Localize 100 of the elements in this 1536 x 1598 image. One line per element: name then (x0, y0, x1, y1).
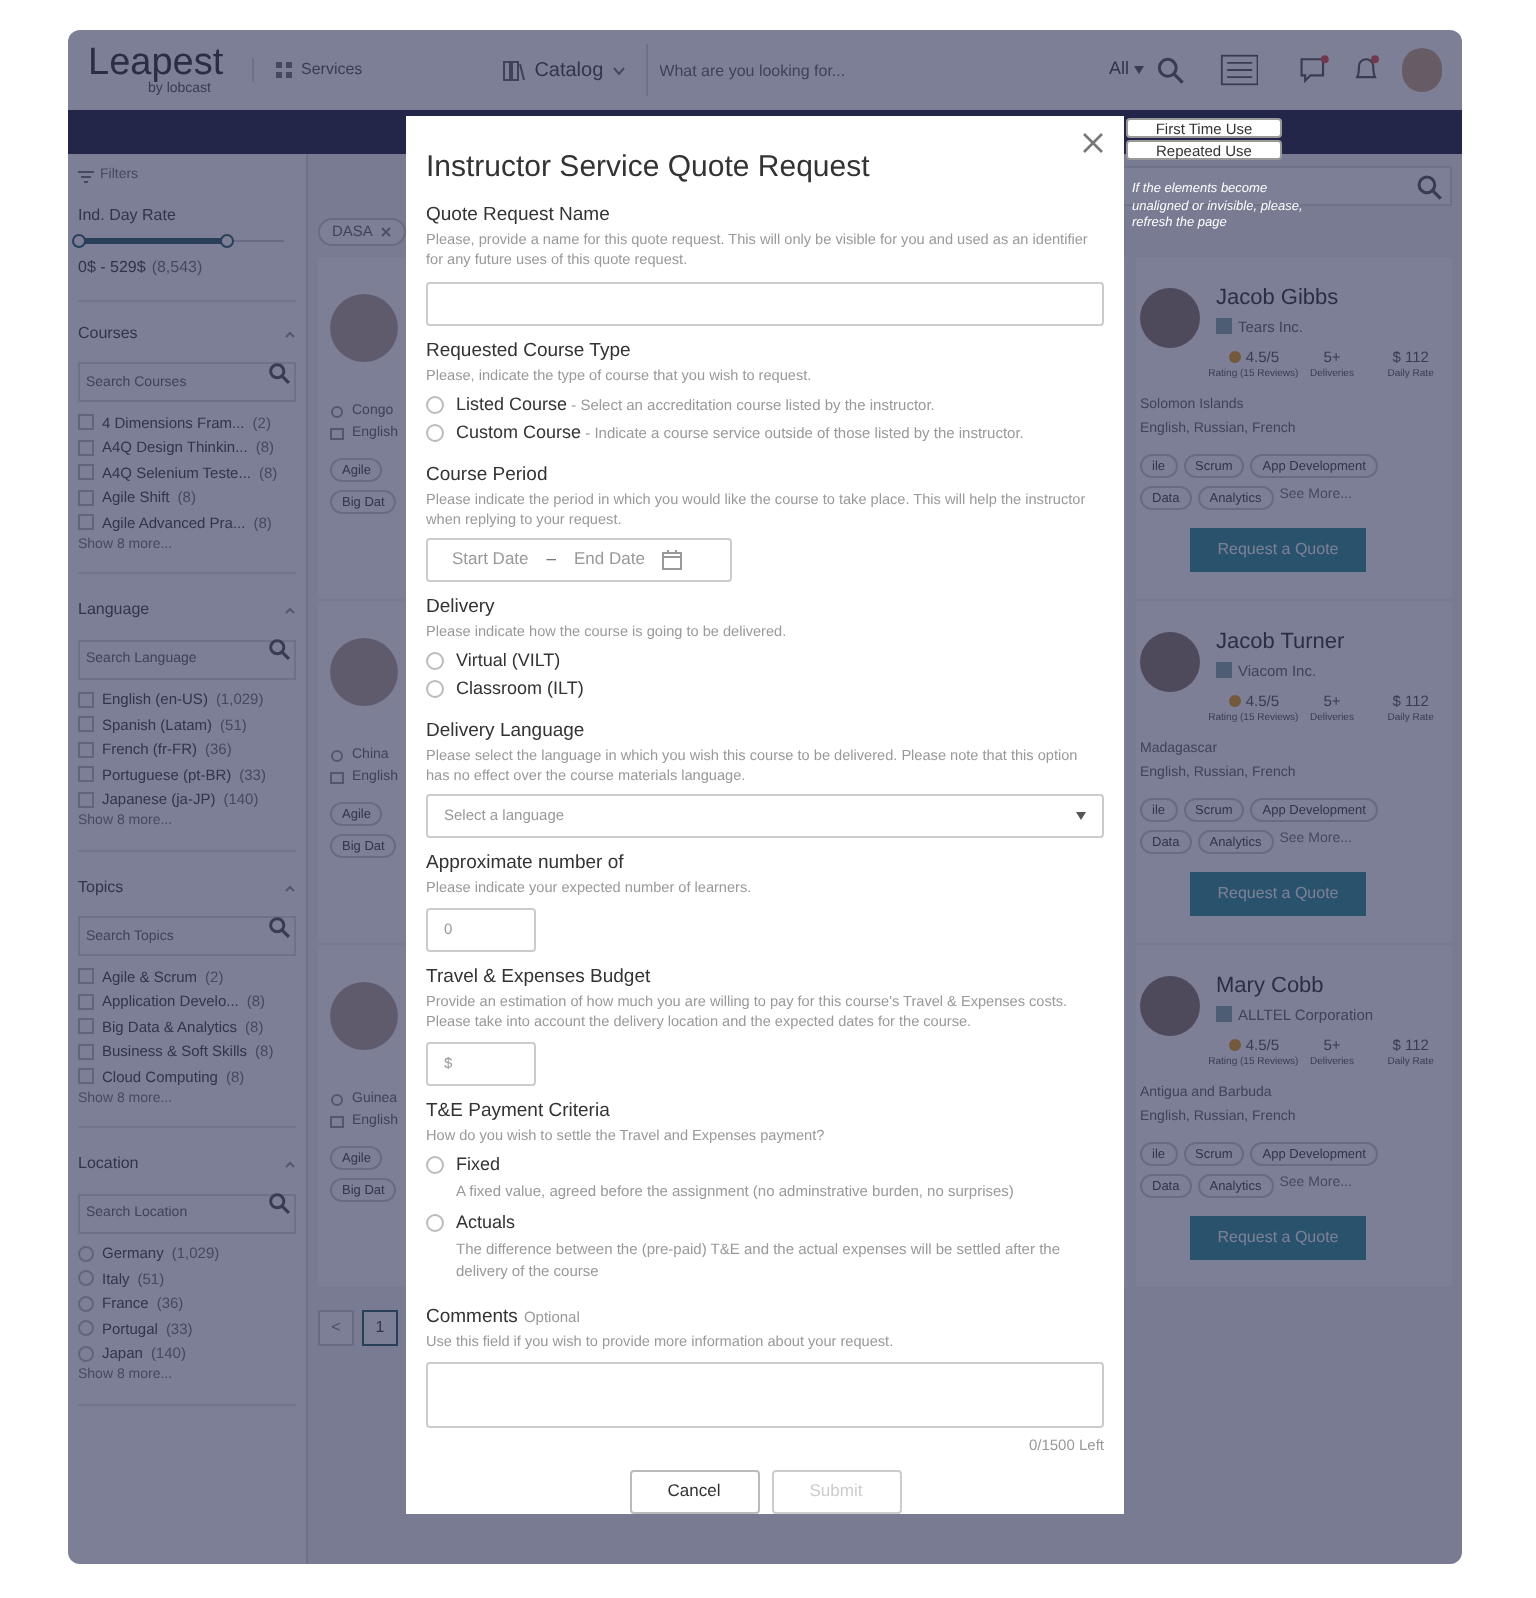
catalog-menu[interactable]: Catalog (502, 55, 626, 85)
checkbox[interactable] (78, 741, 94, 758)
checkbox[interactable] (78, 766, 94, 783)
search-icon (268, 638, 290, 660)
field-label: Delivery (426, 593, 495, 622)
scope-dropdown[interactable]: All (1109, 56, 1144, 84)
filter-icon (78, 169, 94, 184)
search-icon (268, 361, 290, 383)
location-pin-icon (330, 1094, 344, 1108)
textarea-field[interactable] (426, 1362, 1104, 1429)
calendar-icon (662, 549, 683, 570)
checkbox[interactable] (78, 716, 94, 733)
instructor-name: Jacob Turner (1216, 628, 1347, 658)
option-label: Classroom (ILT) (456, 677, 584, 699)
avatar (1140, 976, 1200, 1036)
checkbox[interactable] (78, 1018, 94, 1035)
filter-heading: Location (78, 1152, 139, 1176)
request-quote-button[interactable]: Request a Quote (1190, 871, 1366, 915)
start-date-placeholder: Start Date (452, 546, 529, 573)
collapse-icon (284, 606, 296, 614)
field-label: Requested Course Type (426, 337, 631, 366)
avatar[interactable] (1402, 48, 1443, 92)
option-label: Actuals (456, 1211, 518, 1233)
radio-button[interactable] (78, 1245, 94, 1262)
radio-button[interactable] (426, 395, 444, 413)
location-pin-icon (330, 750, 344, 764)
speech-bubble-icon (330, 1116, 344, 1130)
checkbox[interactable] (78, 514, 94, 531)
services-link[interactable]: Services (251, 58, 363, 82)
request-quote-button[interactable]: Request a Quote (1190, 1215, 1366, 1259)
search-field[interactable]: What are you looking for... (659, 50, 1097, 90)
option-label: Fixed (456, 1153, 503, 1175)
radio-button[interactable] (78, 1295, 94, 1312)
checkbox[interactable] (78, 1043, 94, 1060)
speech-bubble-icon (330, 428, 344, 442)
rate-range: 0$ - 529$ (78, 255, 146, 279)
close-button[interactable] (1082, 132, 1104, 154)
collapse-icon (284, 1160, 296, 1168)
chat-icon (1298, 52, 1331, 88)
list-view-icon (1219, 52, 1259, 88)
checkbox[interactable] (78, 414, 94, 431)
date-range-field[interactable]: Start Date – End Date (426, 537, 732, 582)
checkbox[interactable] (78, 1068, 94, 1085)
field-label: Approximate number of (426, 849, 624, 878)
checkbox[interactable] (78, 968, 94, 985)
filter-heading: Ind. Day Rate (78, 203, 178, 227)
field-label: Course Period (426, 461, 548, 489)
search-icon (268, 1192, 290, 1214)
field-label: Comments (426, 1303, 518, 1331)
instructor-name: Mary Cobb (1216, 972, 1326, 1002)
end-date-placeholder: End Date (574, 546, 645, 573)
checkbox[interactable] (78, 464, 94, 481)
slider-track[interactable] (78, 231, 284, 251)
date-separator: – (546, 546, 557, 573)
instructor-name: Jacob Gibbs (1216, 284, 1341, 314)
field-label: Quote Request Name (426, 201, 610, 229)
radio-button[interactable] (426, 1155, 444, 1173)
grid-icon (273, 60, 293, 80)
collapse-icon (284, 329, 296, 337)
radio-button[interactable] (78, 1345, 94, 1362)
avatar (330, 638, 398, 706)
speech-bubble-icon (330, 772, 344, 786)
field-label: T&E Payment Criteria (426, 1097, 610, 1126)
field-label: Delivery Language (426, 717, 585, 745)
radio-button[interactable] (426, 651, 444, 669)
checkbox[interactable] (78, 993, 94, 1010)
caret-icon (1076, 811, 1086, 820)
filter-heading: Language (78, 598, 150, 622)
avatar (1140, 288, 1200, 348)
logo-text: Leapest (88, 44, 226, 82)
avatar (1140, 632, 1200, 692)
request-quote-button[interactable]: Request a Quote (1190, 527, 1366, 571)
radio-button[interactable] (426, 1213, 444, 1231)
search-icon (1155, 56, 1184, 84)
close-icon (380, 226, 393, 238)
radio-button[interactable] (78, 1320, 94, 1337)
search-icon (1416, 173, 1442, 199)
caret-icon (1133, 66, 1144, 74)
checkbox[interactable] (78, 691, 94, 708)
slider-thumb[interactable] (72, 233, 86, 247)
text-input[interactable] (426, 281, 1104, 326)
slider-thumb[interactable] (220, 233, 235, 247)
filter-heading: Courses (78, 321, 138, 345)
cancel-button[interactable]: Cancel (629, 1469, 759, 1513)
radio-button[interactable] (78, 1270, 94, 1287)
previous-page-button[interactable]: < (318, 1310, 354, 1346)
caret-icon (611, 65, 626, 75)
search-icon (268, 915, 290, 937)
option-label: Virtual (VILT) (456, 649, 561, 671)
avatar (330, 294, 398, 362)
checkbox[interactable] (78, 489, 94, 506)
page-button[interactable]: 1 (362, 1310, 398, 1346)
checkbox[interactable] (78, 791, 94, 808)
radio-button[interactable] (426, 423, 444, 441)
close-icon (1082, 132, 1104, 154)
checkbox[interactable] (78, 439, 94, 456)
company-logo (1216, 662, 1232, 679)
field-label: Travel & Expenses Budget (426, 963, 651, 991)
radio-button[interactable] (426, 679, 444, 697)
avatar (330, 982, 398, 1050)
